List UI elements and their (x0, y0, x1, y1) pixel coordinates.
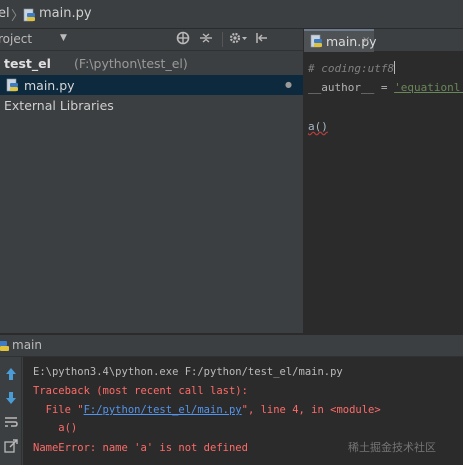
arrow-down-icon[interactable] (3, 391, 19, 407)
comment-text: # coding:utf8 (308, 62, 395, 75)
root-folder-name: test_el (4, 56, 51, 71)
toolbar-divider (222, 32, 223, 47)
project-view-selector[interactable]: roject (0, 32, 32, 46)
console-traceback-line: Traceback (most recent call last): (33, 385, 248, 397)
python-run-icon (0, 340, 10, 355)
breadcrumb-project[interactable]: el (0, 6, 10, 21)
tree-external-libraries[interactable]: External Libraries (0, 95, 303, 115)
soft-wrap-icon[interactable] (3, 415, 19, 431)
export-icon[interactable] (3, 439, 19, 455)
breadcrumb-file[interactable]: main.py (39, 6, 92, 21)
author-variable: __author__ (308, 81, 375, 94)
hide-panel-icon[interactable] (255, 31, 269, 49)
function-call: a() (308, 120, 328, 133)
console-command-line: E:\python3.4\python.exe F:/python/test_e… (33, 366, 343, 378)
python-file-icon (310, 34, 324, 51)
watermark-text: 稀土掘金技术社区 (348, 441, 436, 454)
text-caret (394, 61, 396, 74)
caret-down-icon[interactable]: ▼ (60, 33, 67, 43)
project-panel-header: roject ▼ (0, 29, 303, 51)
code-line-1: # coding:utf8 (308, 61, 396, 75)
close-icon[interactable]: × (362, 35, 370, 46)
console-file-line: File "F:/python/test_el/main.py", line 4… (33, 404, 381, 416)
target-icon[interactable] (176, 31, 190, 49)
file-line-prefix: File " (33, 404, 84, 416)
fold-marker-icon[interactable]: ● (285, 80, 292, 89)
run-tab-title[interactable]: main (12, 338, 42, 352)
run-panel-header: main (0, 335, 463, 357)
editor-tab-bar: main.py × (304, 29, 463, 52)
console-error-line: NameError: name 'a' is not defined (33, 442, 248, 454)
assign-operator: = (374, 81, 395, 94)
file-path-link[interactable]: F:/python/test_el/main.py (84, 404, 242, 416)
tab-main-py[interactable]: main.py × (304, 29, 377, 52)
navigation-bar: el 〉 main.py (0, 0, 463, 29)
gear-icon[interactable] (228, 31, 248, 49)
python-file-icon (6, 78, 20, 95)
tree-file-item[interactable]: main.py (0, 75, 303, 95)
file-line-suffix: ", line 4, in <module> (241, 404, 381, 416)
author-string: 'equationl' (394, 81, 463, 94)
tree-root-item[interactable]: test_el (F:\python\test_el) (0, 53, 303, 73)
code-line-4: a() (308, 120, 328, 133)
external-libraries-label: External Libraries (4, 98, 114, 113)
root-folder-path: (F:\python\test_el) (74, 56, 188, 71)
run-side-toolbar (0, 357, 22, 465)
tree-file-name: main.py (24, 78, 75, 93)
project-tree: test_el (F:\python\test_el) main.py Exte… (0, 51, 303, 333)
python-file-icon (23, 8, 36, 25)
arrow-up-icon[interactable] (3, 367, 19, 383)
code-editor[interactable]: # coding:utf8 __author__ = 'equationl' a… (304, 52, 463, 333)
console-code-line: a() (33, 422, 78, 434)
code-line-2: __author__ = 'equationl' (308, 81, 463, 94)
collapse-all-icon[interactable] (199, 31, 213, 49)
